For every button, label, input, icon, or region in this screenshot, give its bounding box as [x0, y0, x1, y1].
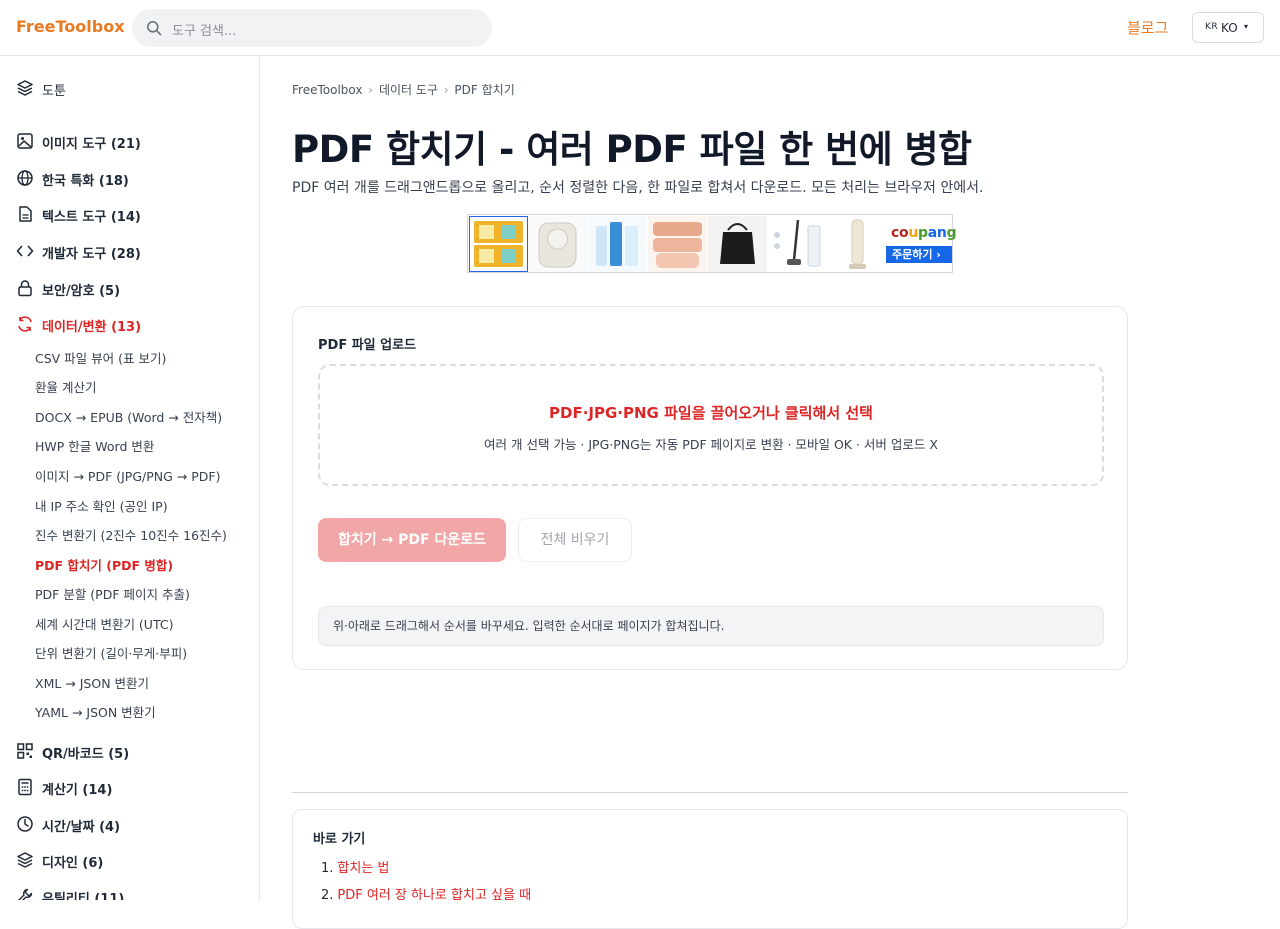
sidebar-item-label: 도툰 [42, 84, 66, 99]
flag-icon: KR [1205, 22, 1219, 32]
sidebar-item-label: 한국 특화 (18) [42, 174, 129, 189]
calculator-icon [18, 778, 32, 796]
ad-banner[interactable]: coupang 주문하기 › [467, 214, 957, 273]
sidebar-item-label: 디자인 (6) [42, 856, 104, 871]
sidebar-subitem-base-converter[interactable]: 진수 변환기 (2진수 10진수 16진수) [35, 525, 227, 544]
sidebar-subitem-my-ip[interactable]: 내 IP 주소 확인 (공인 IP) [35, 496, 168, 515]
reorder-hint: 위·아래로 드래그해서 순서를 바꾸세요. 입력한 순서대로 페이지가 합쳐집니… [318, 606, 1104, 646]
sidebar-item-label: 계산기 (14) [42, 783, 113, 798]
sidebar-subitem-csv-viewer[interactable]: CSV 파일 뷰어 (표 보기) [35, 348, 166, 367]
toc-number: 2. [321, 888, 334, 903]
layers-icon [17, 80, 33, 96]
sidebar-item-label: 유틸리티 (11) [42, 892, 125, 900]
lock-icon [18, 280, 32, 297]
drop-zone-hint: 여러 개 선택 가능 · JPG·PNG는 자동 PDF 페이지로 변환 · 모… [484, 437, 938, 452]
language-code: KO [1221, 21, 1238, 35]
toc-number: 1. [321, 861, 334, 876]
page-subtitle: PDF 여러 개를 드래그앤드롭으로 올리고, 순서 정렬한 다음, 한 파일로… [292, 180, 984, 196]
section-divider [292, 792, 1128, 793]
breadcrumb-item[interactable]: FreeToolbox [292, 83, 362, 97]
breadcrumb-current: PDF 합치기 [454, 83, 515, 97]
toc-link-label: PDF 여러 장 하나로 합치고 싶을 때 [337, 888, 532, 903]
table-of-contents: 바로 가기 1. 합치는 법 2. PDF 여러 장 하나로 합치고 싶을 때 [292, 809, 1128, 929]
clear-all-button[interactable]: 전체 비우기 [518, 518, 632, 562]
sidebar-subitem-unit-converter[interactable]: 단위 변환기 (길이·무게·부피) [35, 643, 187, 662]
language-selector[interactable]: KR KO ▾ [1192, 12, 1264, 43]
sidebar: 도툰 이미지 도구 (21) 한국 특화 (18) 텍스트 도구 (14) 개발… [0, 56, 260, 900]
upload-label: PDF 파일 업로드 [318, 338, 417, 353]
sidebar-subitem-exchange-rate[interactable]: 환율 계산기 [35, 377, 96, 396]
sidebar-item-label: 데이터/변환 (13) [42, 320, 142, 335]
breadcrumb-separator: › [443, 83, 449, 97]
sidebar-subitem-pdf-merge[interactable]: PDF 합치기 (PDF 병합) [35, 555, 173, 574]
sidebar-subitem-pdf-split[interactable]: PDF 분할 (PDF 페이지 추출) [35, 584, 190, 603]
product-image [469, 216, 528, 272]
search-icon [147, 21, 162, 36]
ad-order-button[interactable]: 주문하기 › [886, 246, 952, 263]
drop-zone-title: PDF·JPG·PNG 파일을 끌어오거나 클릭해서 선택 [549, 404, 873, 422]
layers-icon [17, 852, 33, 868]
breadcrumb: FreeToolbox › 데이터 도구 › PDF 합치기 [292, 81, 515, 98]
sidebar-subitem-docx-epub[interactable]: DOCX → EPUB (Word → 전자책) [35, 407, 222, 426]
chevron-down-icon: ▾ [1244, 22, 1249, 31]
sidebar-item-label: 개발자 도구 (28) [42, 247, 141, 262]
sidebar-item-label: 보안/암호 (5) [42, 284, 121, 299]
refresh-icon [18, 316, 32, 332]
upload-card: PDF 파일 업로드 PDF·JPG·PNG 파일을 끌어오거나 클릭해서 선택… [292, 306, 1128, 670]
sidebar-subitem-image-pdf[interactable]: 이미지 → PDF (JPG/PNG → PDF) [35, 466, 220, 485]
sidebar-item-label: 이미지 도구 (21) [42, 137, 141, 152]
sidebar-subitem-yaml-json[interactable]: YAML → JSON 변환기 [35, 702, 156, 721]
image-icon [17, 133, 33, 149]
breadcrumb-item[interactable]: 데이터 도구 [379, 83, 438, 97]
sidebar-item-label: 시간/날짜 (4) [42, 820, 121, 835]
product-image [588, 216, 647, 272]
qr-icon [17, 743, 33, 759]
site-logo[interactable]: FreeToolbox [16, 17, 125, 36]
product-image [708, 216, 767, 272]
coupang-logo: coupang 주문하기 › [886, 216, 957, 272]
sidebar-item-label: QR/바코드 (5) [42, 747, 130, 762]
sidebar-subitem-xml-json[interactable]: XML → JSON 변환기 [35, 673, 149, 692]
toc-title: 바로 가기 [313, 832, 366, 847]
search-box[interactable]: 도구 검색... [132, 9, 492, 47]
sidebar-subitem-hwp-word[interactable]: HWP 한글 Word 변환 [35, 436, 154, 455]
sidebar-subitem-timezone[interactable]: 세계 시간대 변환기 (UTC) [35, 614, 173, 633]
product-image [528, 216, 587, 272]
clock-icon [17, 816, 33, 832]
product-image [768, 216, 827, 272]
code-icon [16, 245, 34, 257]
toc-link-label: 합치는 법 [337, 861, 390, 876]
breadcrumb-separator: › [368, 83, 374, 97]
merge-download-button[interactable]: 합치기 → PDF 다운로드 [318, 518, 506, 562]
coupang-brand: coupang [891, 225, 957, 241]
document-icon [19, 206, 32, 222]
product-image [828, 216, 887, 272]
top-header: FreeToolbox 도구 검색... 블로그 KR KO ▾ [0, 0, 1280, 56]
product-image [648, 216, 707, 272]
toc-link[interactable]: 1. 합치는 법 [321, 857, 389, 876]
tool-icon [18, 888, 33, 900]
page-title: PDF 합치기 - 여러 PDF 파일 한 번에 병합 [292, 128, 972, 171]
search-input[interactable]: 도구 검색... [172, 20, 236, 39]
sidebar-item-label: 텍스트 도구 (14) [42, 210, 141, 225]
globe-icon [17, 170, 33, 186]
blog-link[interactable]: 블로그 [1127, 17, 1168, 38]
toc-link[interactable]: 2. PDF 여러 장 하나로 합치고 싶을 때 [321, 884, 531, 903]
file-drop-zone[interactable]: PDF·JPG·PNG 파일을 끌어오거나 클릭해서 선택 여러 개 선택 가능… [318, 364, 1104, 486]
